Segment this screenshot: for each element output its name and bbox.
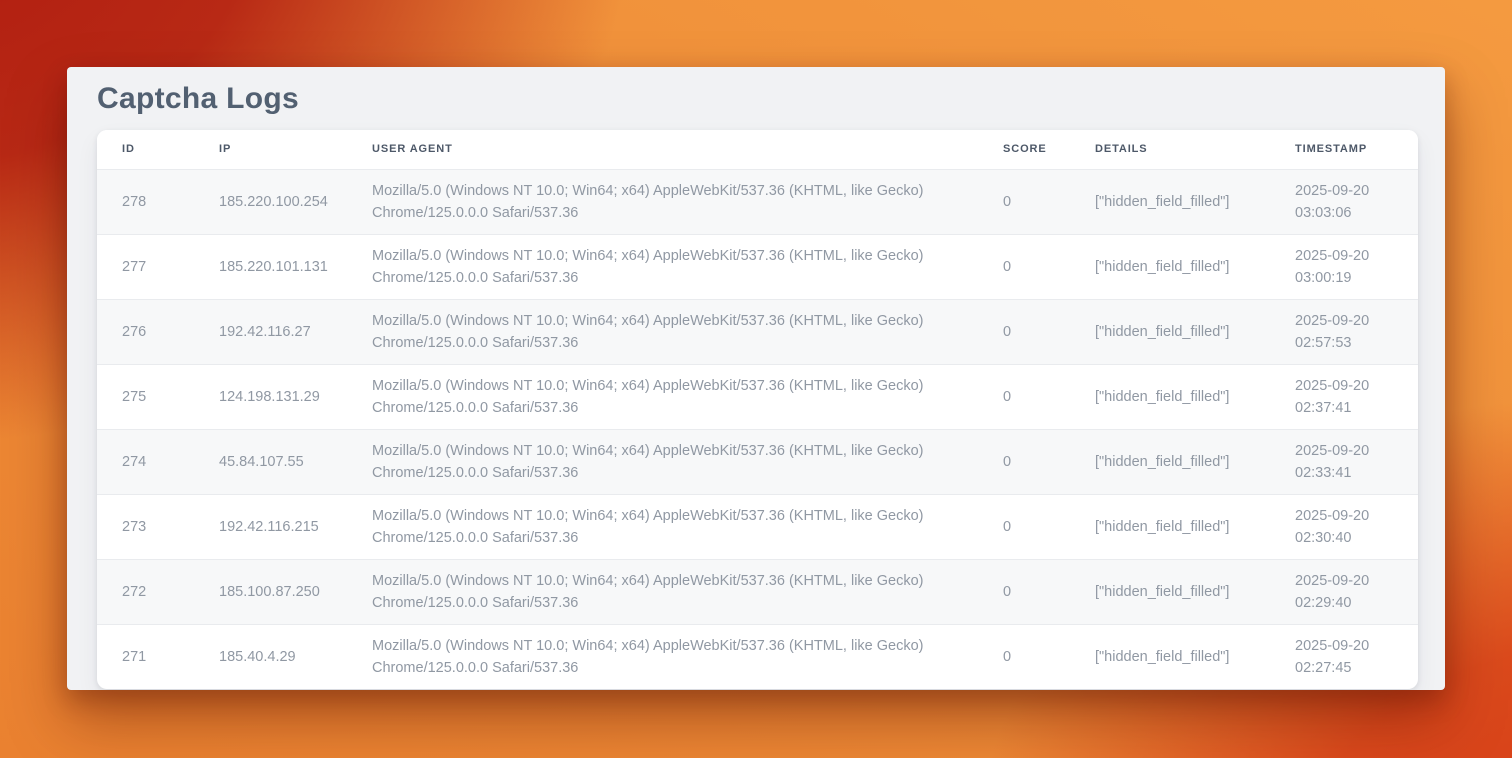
column-header-id: ID <box>97 130 194 169</box>
cell-score: 0 <box>978 494 1070 559</box>
column-header-timestamp: TIMESTAMP <box>1270 130 1418 169</box>
background-gradient: Captcha Logs ID IP USER AGENT SCORE DETA… <box>0 0 1512 758</box>
cell-id: 271 <box>97 624 194 689</box>
cell-user-agent: Mozilla/5.0 (Windows NT 10.0; Win64; x64… <box>347 429 978 494</box>
cell-ip: 185.220.101.131 <box>194 234 347 299</box>
cell-user-agent: Mozilla/5.0 (Windows NT 10.0; Win64; x64… <box>347 624 978 689</box>
cell-user-agent: Mozilla/5.0 (Windows NT 10.0; Win64; x64… <box>347 364 978 429</box>
cell-id: 278 <box>97 169 194 234</box>
cell-user-agent: Mozilla/5.0 (Windows NT 10.0; Win64; x64… <box>347 559 978 624</box>
cell-details: ["hidden_field_filled"] <box>1070 234 1270 299</box>
cell-details: ["hidden_field_filled"] <box>1070 169 1270 234</box>
cell-ip: 192.42.116.27 <box>194 299 347 364</box>
table-row: 277 185.220.101.131 Mozilla/5.0 (Windows… <box>97 234 1418 299</box>
cell-id: 273 <box>97 494 194 559</box>
cell-ip: 185.100.87.250 <box>194 559 347 624</box>
cell-timestamp: 2025-09-20 02:30:40 <box>1270 494 1418 559</box>
cell-details: ["hidden_field_filled"] <box>1070 559 1270 624</box>
table-row: 271 185.40.4.29 Mozilla/5.0 (Windows NT … <box>97 624 1418 689</box>
column-header-score: SCORE <box>978 130 1070 169</box>
cell-id: 277 <box>97 234 194 299</box>
column-header-details: DETAILS <box>1070 130 1270 169</box>
table-row: 275 124.198.131.29 Mozilla/5.0 (Windows … <box>97 364 1418 429</box>
cell-ip: 185.40.4.29 <box>194 624 347 689</box>
cell-id: 275 <box>97 364 194 429</box>
cell-score: 0 <box>978 169 1070 234</box>
cell-ip: 45.84.107.55 <box>194 429 347 494</box>
header-row: ID IP USER AGENT SCORE DETAILS TIMESTAMP <box>97 130 1418 169</box>
table-row: 272 185.100.87.250 Mozilla/5.0 (Windows … <box>97 559 1418 624</box>
log-table: ID IP USER AGENT SCORE DETAILS TIMESTAMP… <box>97 130 1418 689</box>
cell-details: ["hidden_field_filled"] <box>1070 299 1270 364</box>
table-row: 274 45.84.107.55 Mozilla/5.0 (Windows NT… <box>97 429 1418 494</box>
log-table-header: ID IP USER AGENT SCORE DETAILS TIMESTAMP <box>97 130 1418 169</box>
column-header-ip: IP <box>194 130 347 169</box>
cell-timestamp: 2025-09-20 02:37:41 <box>1270 364 1418 429</box>
cell-timestamp: 2025-09-20 02:33:41 <box>1270 429 1418 494</box>
log-table-body: 278 185.220.100.254 Mozilla/5.0 (Windows… <box>97 169 1418 689</box>
cell-ip: 192.42.116.215 <box>194 494 347 559</box>
cell-timestamp: 2025-09-20 03:00:19 <box>1270 234 1418 299</box>
cell-user-agent: Mozilla/5.0 (Windows NT 10.0; Win64; x64… <box>347 494 978 559</box>
cell-timestamp: 2025-09-20 02:57:53 <box>1270 299 1418 364</box>
cell-score: 0 <box>978 624 1070 689</box>
cell-score: 0 <box>978 364 1070 429</box>
cell-details: ["hidden_field_filled"] <box>1070 429 1270 494</box>
table-row: 278 185.220.100.254 Mozilla/5.0 (Windows… <box>97 169 1418 234</box>
log-table-container: ID IP USER AGENT SCORE DETAILS TIMESTAMP… <box>97 130 1418 689</box>
cell-timestamp: 2025-09-20 02:27:45 <box>1270 624 1418 689</box>
cell-user-agent: Mozilla/5.0 (Windows NT 10.0; Win64; x64… <box>347 299 978 364</box>
cell-score: 0 <box>978 234 1070 299</box>
cell-ip: 185.220.100.254 <box>194 169 347 234</box>
page-title: Captcha Logs <box>97 82 1445 115</box>
cell-timestamp: 2025-09-20 03:03:06 <box>1270 169 1418 234</box>
cell-score: 0 <box>978 299 1070 364</box>
table-row: 276 192.42.116.27 Mozilla/5.0 (Windows N… <box>97 299 1418 364</box>
cell-score: 0 <box>978 429 1070 494</box>
cell-user-agent: Mozilla/5.0 (Windows NT 10.0; Win64; x64… <box>347 234 978 299</box>
cell-details: ["hidden_field_filled"] <box>1070 364 1270 429</box>
cell-id: 272 <box>97 559 194 624</box>
cell-score: 0 <box>978 559 1070 624</box>
cell-id: 276 <box>97 299 194 364</box>
cell-timestamp: 2025-09-20 02:29:40 <box>1270 559 1418 624</box>
captcha-logs-card: Captcha Logs ID IP USER AGENT SCORE DETA… <box>67 67 1445 690</box>
cell-details: ["hidden_field_filled"] <box>1070 494 1270 559</box>
cell-details: ["hidden_field_filled"] <box>1070 624 1270 689</box>
column-header-user-agent: USER AGENT <box>347 130 978 169</box>
table-row: 273 192.42.116.215 Mozilla/5.0 (Windows … <box>97 494 1418 559</box>
cell-id: 274 <box>97 429 194 494</box>
cell-ip: 124.198.131.29 <box>194 364 347 429</box>
cell-user-agent: Mozilla/5.0 (Windows NT 10.0; Win64; x64… <box>347 169 978 234</box>
